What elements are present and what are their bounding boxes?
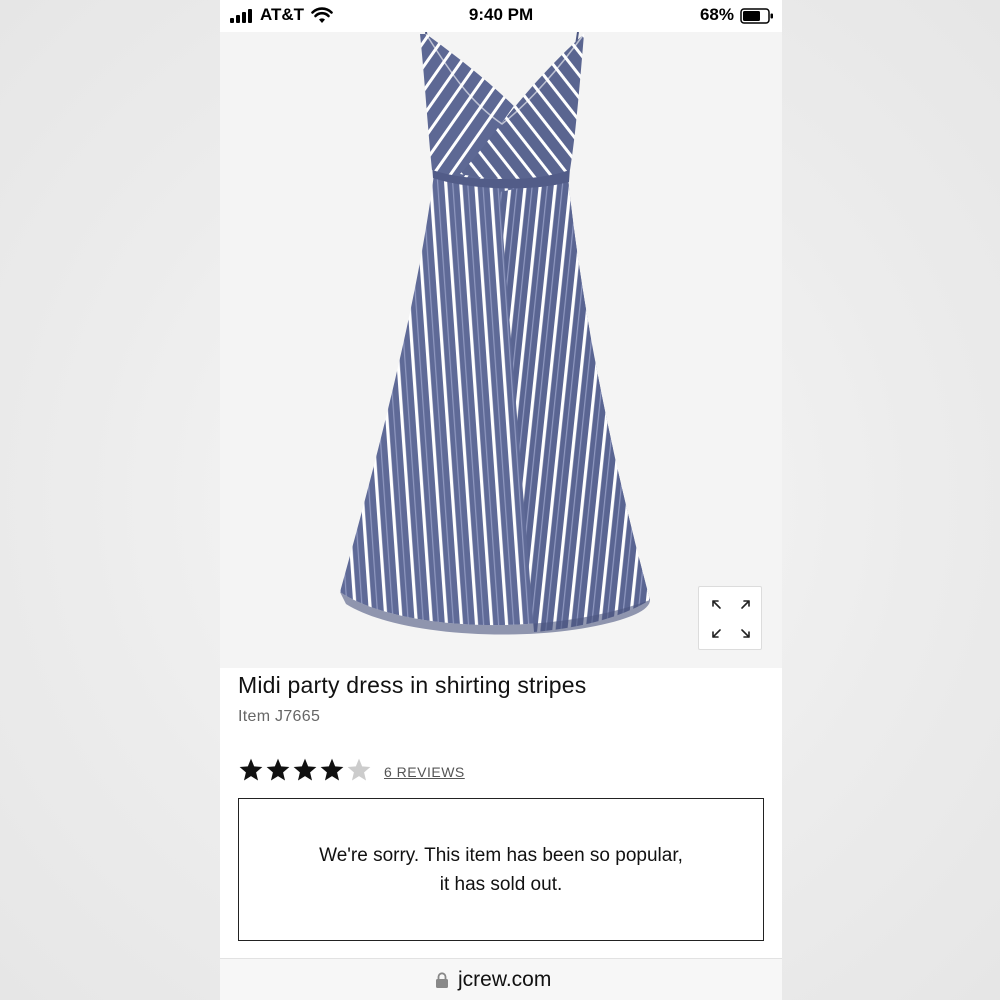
- status-bar: AT&T 9:40 PM 68%: [220, 0, 782, 32]
- star-empty-icon: [347, 758, 371, 781]
- star-filled-icon: [239, 758, 263, 781]
- expand-button[interactable]: [698, 586, 762, 650]
- lock-icon: [436, 972, 448, 988]
- product-image[interactable]: [220, 32, 782, 668]
- reviews-link[interactable]: 6 REVIEWS: [384, 764, 465, 780]
- sold-out-line-1: We're sorry. This item has been so popul…: [319, 844, 683, 866]
- clock: 9:40 PM: [468, 5, 534, 24]
- product-title: Midi party dress in shirting stripes: [238, 672, 587, 698]
- star-filled-icon: [320, 758, 344, 781]
- star-filled-icon: [266, 758, 290, 781]
- sold-out-line-2: it has sold out.: [439, 873, 563, 895]
- sold-out-message: We're sorry. This item has been so popul…: [238, 798, 764, 941]
- expand-arrows-icon: [712, 600, 750, 638]
- phone-screen: AT&T 9:40 PM 68% Midi party dress in shi…: [220, 0, 782, 1000]
- battery-percent: 68%: [699, 5, 734, 24]
- dress-image: [340, 32, 650, 635]
- battery-icon: [740, 8, 773, 24]
- star-filled-icon: [293, 758, 317, 781]
- url-text[interactable]: jcrew.com: [458, 968, 551, 992]
- item-number: Item J7665: [238, 708, 321, 725]
- browser-url-bar[interactable]: jcrew.com: [220, 958, 782, 1000]
